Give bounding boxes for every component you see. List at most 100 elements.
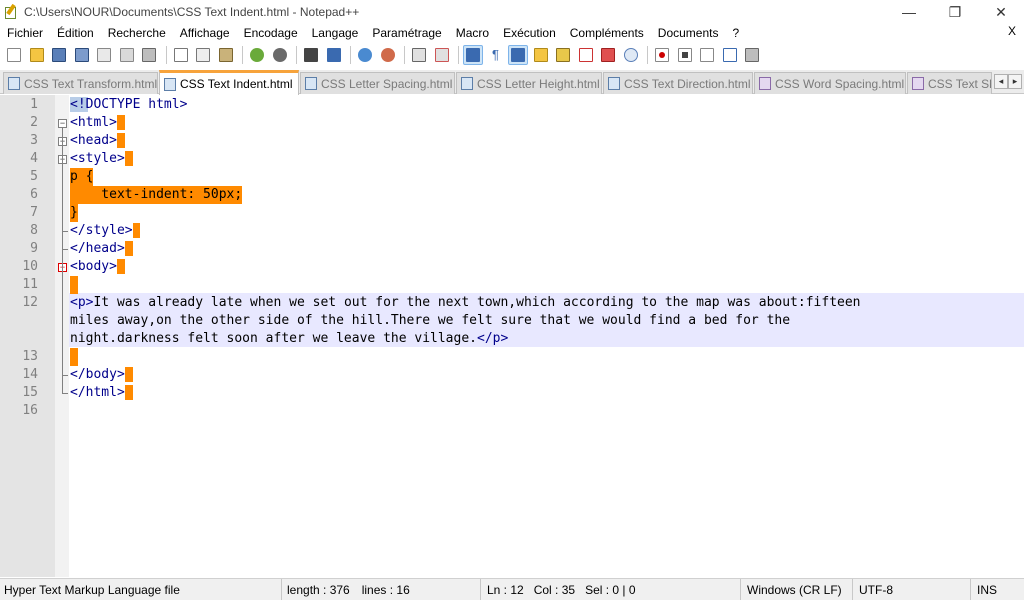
tab-css-letter-height[interactable]: CSS Letter Height.html ×	[456, 72, 602, 94]
fold-end-mark	[62, 375, 68, 376]
tab-css-text-transform[interactable]: CSS Text Transform.html ×	[3, 72, 158, 94]
zoom-out-icon[interactable]	[378, 45, 398, 65]
toolbar-separator	[404, 46, 405, 64]
status-sel: Sel : 0 | 0	[585, 583, 636, 597]
fold-end-mark	[62, 393, 68, 394]
replace-icon[interactable]	[324, 45, 344, 65]
html-close-tag: </html>	[70, 385, 125, 400]
tab-close-icon[interactable]: ×	[299, 79, 300, 90]
menu-affichage[interactable]: Affichage	[173, 26, 237, 40]
function-list-icon[interactable]	[576, 45, 596, 65]
paragraph-text-1: It was already late when we set out for …	[93, 295, 861, 310]
maximize-button[interactable]: ❐	[932, 0, 978, 24]
code-line-15: </html>	[70, 384, 133, 402]
menu-documents[interactable]: Documents	[651, 26, 726, 40]
fold-guide-line	[62, 128, 63, 393]
menu-help[interactable]: ?	[726, 26, 747, 40]
show-all-chars-icon[interactable]: ¶	[486, 45, 506, 65]
line-number: 4	[30, 151, 38, 166]
cut-icon[interactable]	[171, 45, 191, 65]
folder-workspace-icon[interactable]	[598, 45, 618, 65]
user-defined-lang-icon[interactable]	[531, 45, 551, 65]
editor-area[interactable]: 1 2 3 4 5 6 7 8 9 10 11 12 13 14 15 16 −…	[0, 95, 1024, 577]
line-number: 15	[22, 385, 38, 400]
tab-scroll-right-icon[interactable]: ▸	[1008, 74, 1022, 89]
tab-css-text-shadow[interactable]: CSS Text Sha	[907, 72, 992, 94]
html-open-tag: <html>	[70, 115, 117, 130]
sync-vertical-icon[interactable]	[409, 45, 429, 65]
menu-fichier[interactable]: Fichier	[0, 26, 50, 40]
tab-label: CSS Letter Height.html	[477, 76, 600, 91]
save-macro-icon[interactable]	[742, 45, 762, 65]
style-open-tag: <style>	[70, 151, 125, 166]
copy-icon[interactable]	[193, 45, 213, 65]
code-line-5: p {	[70, 168, 94, 186]
code-line-12-wrap-2: night.darkness felt soon after we leave …	[70, 330, 508, 348]
minimize-button[interactable]: —	[886, 0, 932, 24]
indent-guide-icon[interactable]	[508, 45, 528, 65]
status-length: length : 376	[287, 583, 350, 597]
print-icon[interactable]	[139, 45, 159, 65]
status-col: Col : 35	[533, 583, 576, 597]
p-close-tag: </p>	[477, 331, 509, 346]
menu-macro[interactable]: Macro	[449, 26, 496, 40]
zoom-in-icon[interactable]	[355, 45, 375, 65]
close-all-icon[interactable]	[117, 45, 137, 65]
monitoring-icon[interactable]	[621, 45, 641, 65]
status-eol[interactable]: Windows (CR LF)	[743, 579, 853, 600]
code-line-12-wrap-1: miles away,on the other side of the hill…	[70, 312, 790, 330]
body-open-tag: <body>	[70, 259, 117, 274]
code-line-6: text-indent: 50px;	[70, 186, 243, 204]
code-line-9: </head>	[70, 240, 133, 258]
fold-toggle-icon[interactable]: −	[58, 119, 67, 128]
menu-encodage[interactable]: Encodage	[237, 26, 305, 40]
status-encoding[interactable]: UTF-8	[855, 579, 971, 600]
menu-complements[interactable]: Compléments	[563, 26, 651, 40]
find-icon[interactable]	[301, 45, 321, 65]
paste-icon[interactable]	[216, 45, 236, 65]
close-file-icon[interactable]	[94, 45, 114, 65]
toolbar-separator	[350, 46, 351, 64]
record-macro-icon[interactable]	[652, 45, 672, 65]
save-all-icon[interactable]	[72, 45, 92, 65]
menu-langage[interactable]: Langage	[305, 26, 366, 40]
close-document-button[interactable]: X	[1008, 24, 1016, 38]
toolbar: ¶	[0, 42, 1024, 68]
toolbar-separator	[165, 46, 167, 64]
menu-recherche[interactable]: Recherche	[101, 26, 173, 40]
tab-css-text-direction[interactable]: CSS Text Direction.html ×	[603, 72, 753, 94]
tab-scroll-left-icon[interactable]: ◂	[994, 74, 1008, 89]
code-line-7: }	[70, 204, 78, 222]
line-number: 7	[30, 205, 38, 220]
menu-execution[interactable]: Exécution	[496, 26, 563, 40]
tab-css-word-spacing[interactable]: CSS Word Spacing.html ×	[754, 72, 906, 94]
word-wrap-icon[interactable]	[463, 45, 483, 65]
file-icon	[759, 77, 771, 90]
stop-record-icon[interactable]	[675, 45, 695, 65]
tab-css-letter-spacing[interactable]: CSS Letter Spacing.html ×	[300, 72, 455, 94]
status-insert-mode[interactable]: INS	[973, 579, 1024, 600]
sync-horizontal-icon[interactable]	[432, 45, 452, 65]
file-icon	[305, 77, 317, 90]
head-close-tag: </head>	[70, 241, 125, 256]
run-macro-multiple-icon[interactable]	[720, 45, 740, 65]
code-line-14: </body>	[70, 366, 133, 384]
tab-label: CSS Word Spacing.html	[775, 76, 905, 91]
status-file-type: Hyper Text Markup Language file	[0, 579, 282, 600]
play-macro-icon[interactable]	[697, 45, 717, 65]
document-map-icon[interactable]	[553, 45, 573, 65]
undo-icon[interactable]	[247, 45, 267, 65]
redo-icon[interactable]	[270, 45, 290, 65]
line-number: 11	[22, 277, 38, 292]
new-file-icon[interactable]	[4, 45, 24, 65]
close-window-button[interactable]: ✕	[978, 0, 1024, 24]
menu-parametrage[interactable]: Paramétrage	[365, 26, 448, 40]
open-file-icon[interactable]	[27, 45, 47, 65]
status-position: Ln : 12 Col : 35 Sel : 0 | 0	[483, 579, 741, 600]
tab-label: CSS Text Sha	[928, 76, 991, 91]
code-line-12: <p>It was already late when we set out f…	[70, 294, 861, 312]
code-line-11	[70, 276, 78, 294]
tab-css-text-indent[interactable]: CSS Text Indent.html ×	[159, 70, 299, 95]
save-icon[interactable]	[49, 45, 69, 65]
menu-edition[interactable]: Édition	[50, 26, 101, 40]
